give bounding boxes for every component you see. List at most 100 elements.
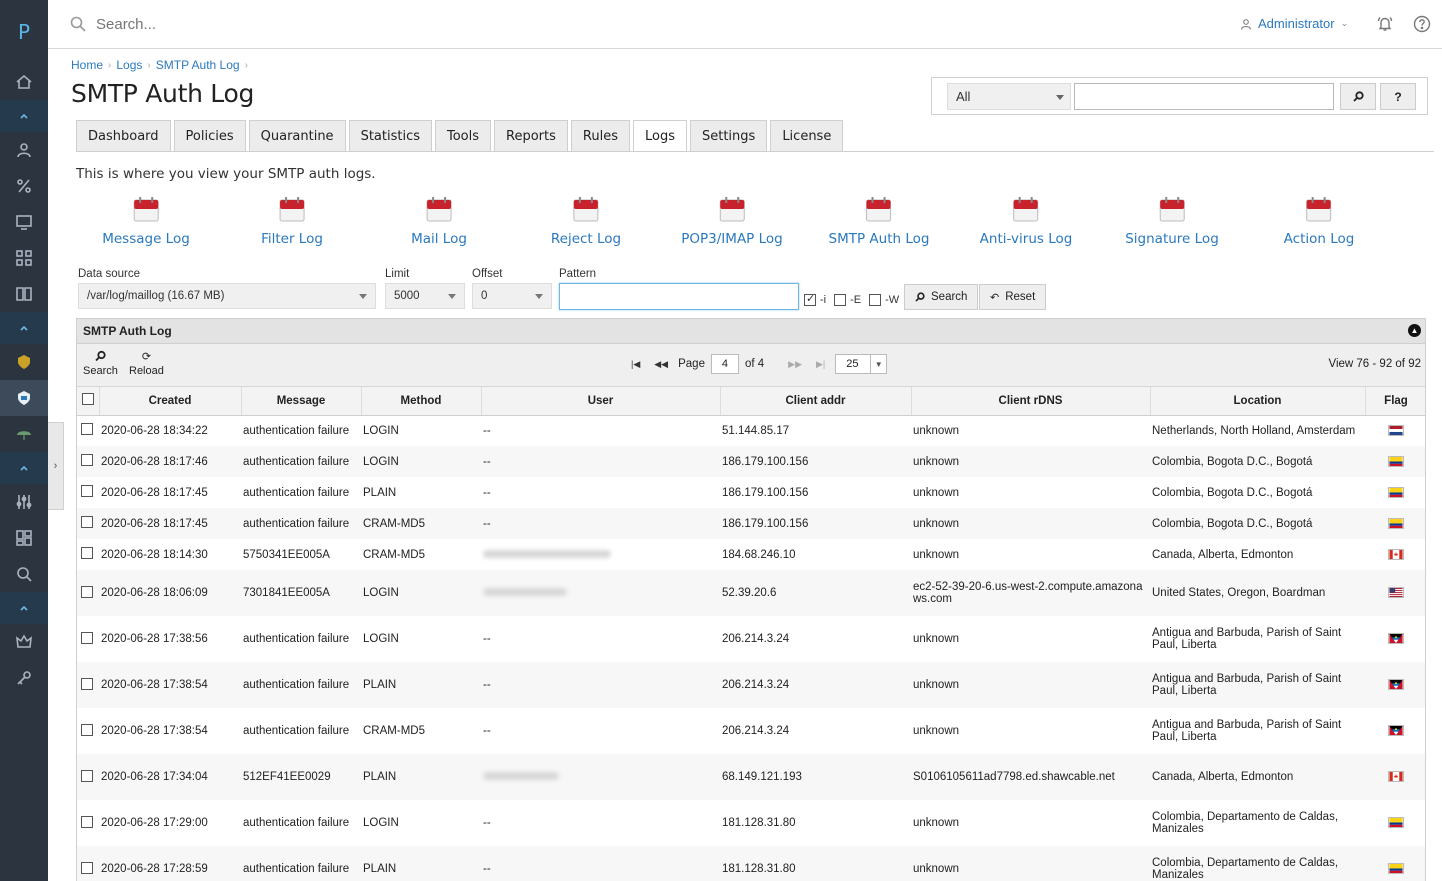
notification-bell-icon[interactable] xyxy=(1376,15,1394,33)
grid-reload-button[interactable]: ⟳ Reload xyxy=(129,350,164,377)
quick-search-input[interactable] xyxy=(1074,83,1334,110)
table-row[interactable]: 2020-06-28 17:34:04 512EF41EE0029 PLAIN 68.… xyxy=(77,754,1425,800)
shortcut-action-log[interactable]: Action Log xyxy=(1284,196,1354,247)
shortcut-mail-log[interactable]: Mail Log xyxy=(411,196,467,247)
tab-dashboard[interactable]: Dashboard xyxy=(76,120,171,151)
breadcrumb-logs[interactable]: Logs xyxy=(116,58,142,72)
shield-mail-icon[interactable] xyxy=(0,380,48,416)
breadcrumb-smtp-auth-log[interactable]: SMTP Auth Log xyxy=(156,58,240,72)
table-row[interactable]: 2020-06-28 18:17:46 authentication failur… xyxy=(77,446,1425,477)
collapse-panel-icon[interactable]: ▲ xyxy=(1408,324,1421,337)
column-location[interactable]: Location xyxy=(1150,387,1366,416)
next-page-icon[interactable]: ▶▶ xyxy=(784,359,806,370)
row-checkbox[interactable] xyxy=(81,631,93,644)
search-scan-icon[interactable] xyxy=(0,556,48,592)
row-checkbox[interactable] xyxy=(81,723,93,736)
user-menu[interactable]: Administrator ⌄ xyxy=(1240,16,1348,31)
last-page-icon[interactable]: ▶| xyxy=(812,359,829,370)
table-row[interactable]: 2020-06-28 18:14:30 5750341EE005A CRAM-MD5… xyxy=(77,539,1425,570)
row-checkbox[interactable] xyxy=(81,485,93,497)
tab-quarantine[interactable]: Quarantine xyxy=(248,120,346,151)
section-collapse-icon[interactable] xyxy=(0,592,48,624)
table-row[interactable]: 2020-06-28 18:17:45 authentication failur… xyxy=(77,508,1425,539)
home-icon[interactable] xyxy=(0,64,48,100)
row-checkbox[interactable] xyxy=(81,815,93,828)
column-user[interactable]: User xyxy=(481,387,721,416)
filter-reset-button[interactable]: ↶ Reset xyxy=(979,284,1047,310)
tab-statistics[interactable]: Statistics xyxy=(348,120,432,151)
limit-select[interactable]: 5000 xyxy=(385,283,465,309)
row-checkbox[interactable] xyxy=(81,769,93,782)
row-checkbox[interactable] xyxy=(81,423,93,436)
select-all-checkbox[interactable] xyxy=(81,393,94,406)
column-client-rdns[interactable]: Client rDNS xyxy=(911,387,1151,416)
help-icon[interactable] xyxy=(1413,15,1431,33)
tab-logs[interactable]: Logs xyxy=(632,120,687,152)
tab-license[interactable]: License xyxy=(770,120,844,151)
section-collapse-icon[interactable] xyxy=(0,452,48,484)
tab-policies[interactable]: Policies xyxy=(173,120,246,151)
table-row[interactable]: 2020-06-28 18:06:09 7301841EE005A LOGIN 52.… xyxy=(77,570,1425,616)
row-checkbox[interactable] xyxy=(81,677,93,690)
tab-rules[interactable]: Rules xyxy=(570,120,630,151)
row-checkbox[interactable] xyxy=(81,585,93,598)
tab-tools[interactable]: Tools xyxy=(435,120,492,151)
row-checkbox[interactable] xyxy=(81,516,93,528)
shortcut-message-log[interactable]: Message Log xyxy=(102,196,190,247)
column-client-addr[interactable]: Client addr xyxy=(720,387,912,416)
sidebar-expand-handle[interactable]: › xyxy=(48,422,64,510)
row-checkbox[interactable] xyxy=(81,861,93,874)
shield-star-icon[interactable] xyxy=(0,344,48,380)
user-icon[interactable] xyxy=(0,132,48,168)
prev-page-icon[interactable]: ◀◀ xyxy=(650,359,672,370)
table-row[interactable]: 2020-06-28 18:34:22 authentication failur… xyxy=(77,415,1425,446)
search-scope-select[interactable]: All xyxy=(947,83,1071,110)
column-message[interactable]: Message xyxy=(241,387,362,416)
app-logo[interactable]: P xyxy=(0,0,48,64)
offset-select[interactable]: 0 xyxy=(472,283,552,309)
shortcut-smtp-auth-log[interactable]: SMTP Auth Log xyxy=(829,196,929,247)
option-i-checkbox[interactable] xyxy=(804,292,816,306)
shortcut-pop3-imap-log[interactable]: POP3/IMAP Log xyxy=(681,196,783,247)
page-number-input[interactable]: 4 xyxy=(710,354,739,374)
table-row[interactable]: 2020-06-28 17:29:00 authentication failur… xyxy=(77,800,1425,846)
breadcrumb-home[interactable]: Home xyxy=(71,58,103,72)
option-e-checkbox[interactable] xyxy=(834,294,847,306)
table-row[interactable]: 2020-06-28 17:28:59 authentication failur… xyxy=(77,846,1425,881)
sliders-icon[interactable] xyxy=(0,484,48,520)
column-created[interactable]: Created xyxy=(99,387,242,416)
section-collapse-icon[interactable] xyxy=(0,100,48,132)
quick-search-button[interactable] xyxy=(1340,83,1376,110)
crown-icon[interactable] xyxy=(0,624,48,660)
column-flag[interactable]: Flag xyxy=(1365,387,1425,416)
umbrella-icon[interactable] xyxy=(0,416,48,452)
percent-icon[interactable] xyxy=(0,168,48,204)
column-method[interactable]: Method xyxy=(361,387,482,416)
key-icon[interactable] xyxy=(0,660,48,696)
table-row[interactable]: 2020-06-28 17:38:54 authentication failur… xyxy=(77,708,1425,754)
shortcut-anti-virus-log[interactable]: Anti-virus Log xyxy=(980,196,1072,247)
dashboard-icon[interactable] xyxy=(0,520,48,556)
table-row[interactable]: 2020-06-28 17:38:54 authentication failur… xyxy=(77,662,1425,708)
page-size-select[interactable]: 25 ▼ xyxy=(835,354,888,374)
row-checkbox[interactable] xyxy=(81,547,93,559)
filter-search-button[interactable]: Search xyxy=(904,284,979,310)
section-collapse-icon[interactable] xyxy=(0,312,48,344)
row-checkbox[interactable] xyxy=(81,454,93,466)
table-row[interactable]: 2020-06-28 17:38:56 authentication failur… xyxy=(77,616,1425,662)
apps-grid-icon[interactable] xyxy=(0,240,48,276)
shortcut-reject-log[interactable]: Reject Log xyxy=(551,196,621,247)
option-w-checkbox[interactable] xyxy=(869,294,882,306)
tab-reports[interactable]: Reports xyxy=(494,120,568,151)
tab-settings[interactable]: Settings xyxy=(689,120,768,151)
global-search-input[interactable] xyxy=(96,12,496,36)
table-row[interactable]: 2020-06-28 18:17:45 authentication failur… xyxy=(77,477,1425,508)
data-source-select[interactable]: /var/log/maillog (16.67 MB) xyxy=(78,283,376,309)
grid-search-button[interactable]: Search xyxy=(83,350,118,377)
quick-search-help-button[interactable]: ? xyxy=(1380,83,1416,110)
monitor-icon[interactable] xyxy=(0,204,48,240)
first-page-icon[interactable]: |◀ xyxy=(627,359,644,370)
shortcut-filter-log[interactable]: Filter Log xyxy=(261,196,323,247)
shortcut-signature-log[interactable]: Signature Log xyxy=(1125,196,1219,247)
book-icon[interactable] xyxy=(0,276,48,312)
